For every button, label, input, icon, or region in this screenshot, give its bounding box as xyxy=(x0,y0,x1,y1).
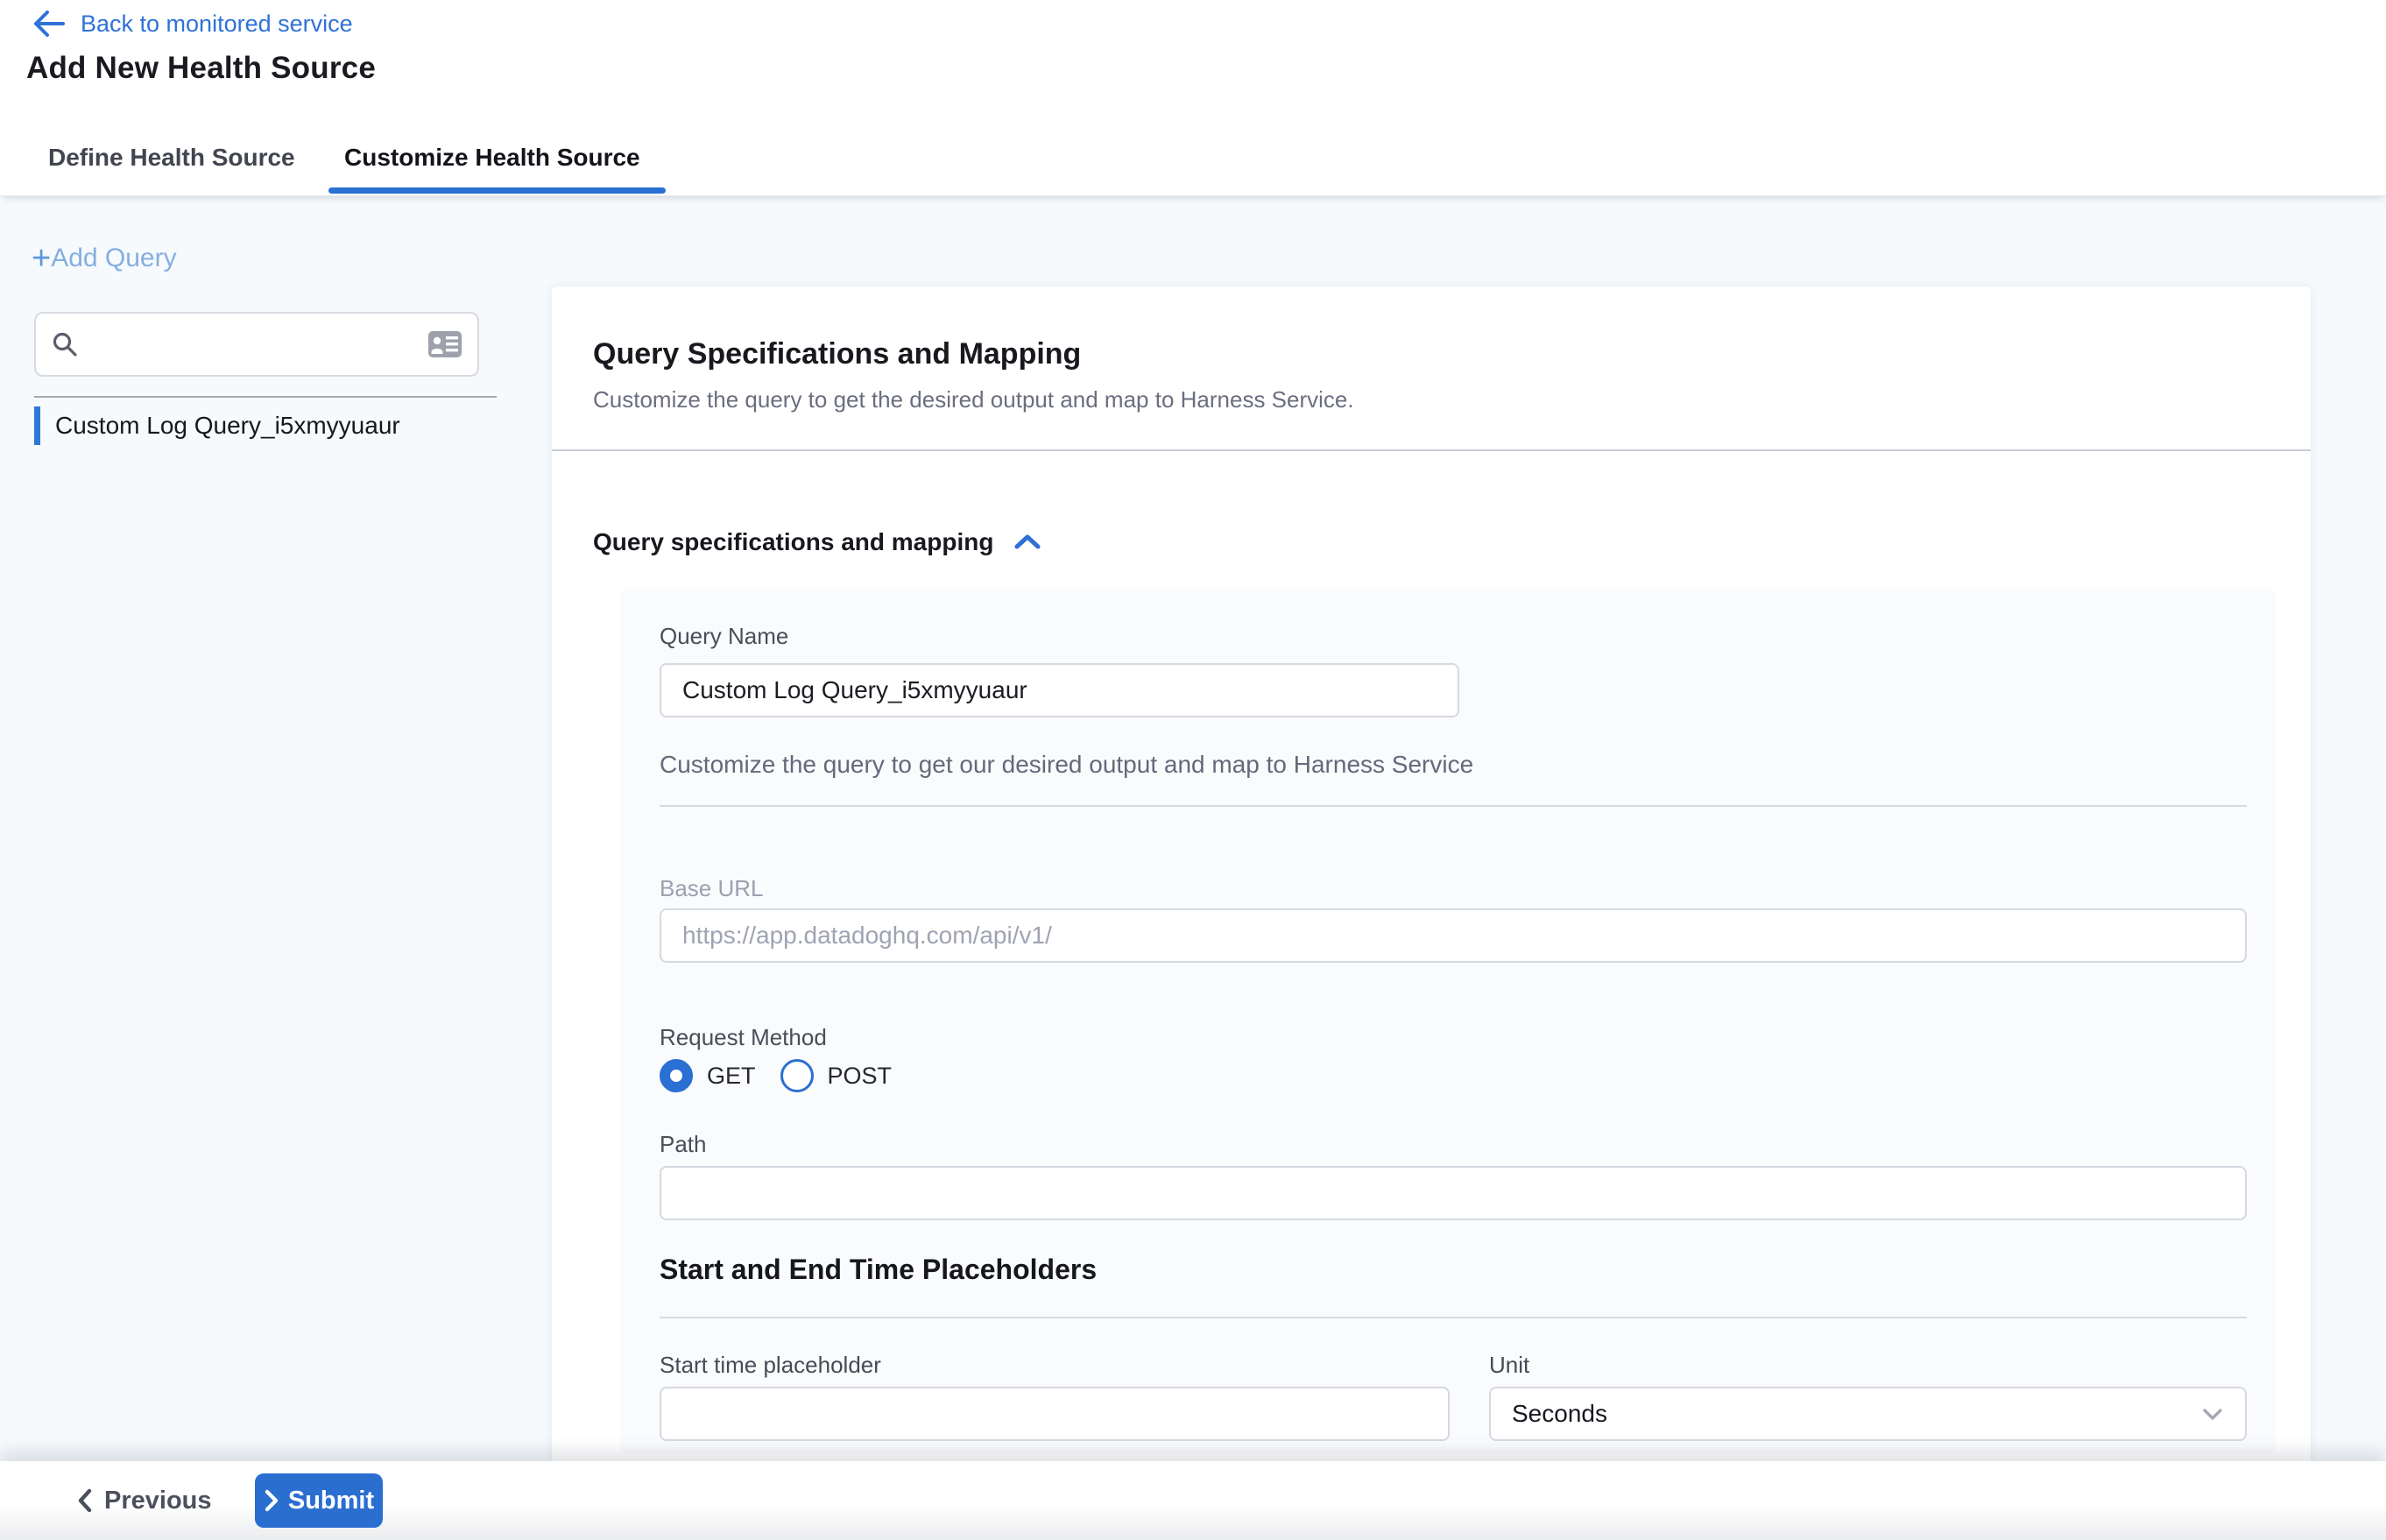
back-arrow-icon xyxy=(32,9,67,39)
page-header: Back to monitored service Add New Health… xyxy=(0,0,2386,196)
radio-option-get[interactable]: GET xyxy=(660,1059,756,1092)
panel-subtitle: Customize the query to get the desired o… xyxy=(593,386,1354,413)
active-tab-indicator xyxy=(328,187,666,194)
radio-unselected-icon xyxy=(780,1059,814,1092)
sidebar-divider xyxy=(34,396,497,398)
search-input[interactable] xyxy=(88,331,418,358)
page-title: Add New Health Source xyxy=(26,51,376,86)
section-heading-row: Query specifications and mapping xyxy=(593,528,1042,556)
search-icon xyxy=(52,331,78,357)
request-method-radio-group: GET POST xyxy=(660,1059,892,1092)
panel-title: Query Specifications and Mapping xyxy=(593,337,1081,371)
unit-label: Unit xyxy=(1489,1352,1529,1379)
start-time-input[interactable] xyxy=(660,1387,1450,1441)
add-query-label: Add Query xyxy=(51,244,176,273)
plus-icon: + xyxy=(32,242,51,275)
time-placeholders-heading: Start and End Time Placeholders xyxy=(660,1254,1097,1286)
request-method-label: Request Method xyxy=(660,1024,827,1051)
tab-bar: Define Health Source Customize Health So… xyxy=(0,119,2386,196)
path-input[interactable] xyxy=(660,1166,2247,1220)
query-item-label: Custom Log Query_i5xmyyuaur xyxy=(55,412,400,440)
unit-select[interactable]: Seconds xyxy=(1489,1387,2247,1441)
previous-button[interactable]: Previous xyxy=(76,1487,212,1515)
section-heading-label: Query specifications and mapping xyxy=(593,528,993,556)
chevron-left-icon xyxy=(76,1487,94,1514)
query-search-box xyxy=(34,312,479,377)
back-link[interactable]: Back to monitored service xyxy=(32,9,353,39)
unit-select-value: Seconds xyxy=(1512,1400,1607,1428)
query-name-input[interactable] xyxy=(660,663,1459,717)
card-divider-1 xyxy=(660,805,2247,807)
start-time-label: Start time placeholder xyxy=(660,1352,881,1379)
submit-button[interactable]: Submit xyxy=(255,1473,383,1528)
query-mapping-card: Query Name Customize the query to get ou… xyxy=(620,588,2276,1454)
back-link-label: Back to monitored service xyxy=(81,11,353,38)
query-helper-text: Customize the query to get our desired o… xyxy=(660,751,1473,779)
id-card-icon[interactable] xyxy=(428,331,462,357)
chevron-down-icon xyxy=(2201,1406,2224,1422)
card-divider-2 xyxy=(660,1317,2247,1318)
base-url-input[interactable] xyxy=(660,908,2247,963)
main-panel: Query Specifications and Mapping Customi… xyxy=(552,286,2311,1540)
base-url-label: Base URL xyxy=(660,875,764,902)
radio-selected-icon xyxy=(660,1059,693,1092)
tab-customize-health-source[interactable]: Customize Health Source xyxy=(344,119,640,196)
selected-indicator-bar xyxy=(34,406,40,445)
chevron-up-icon[interactable] xyxy=(1013,531,1042,554)
add-query-button[interactable]: + Add Query xyxy=(32,242,177,275)
radio-option-post[interactable]: POST xyxy=(780,1059,893,1092)
panel-divider xyxy=(552,449,2311,451)
query-name-label: Query Name xyxy=(660,623,788,650)
tab-define-health-source[interactable]: Define Health Source xyxy=(48,119,295,196)
footer-bar: Previous Submit xyxy=(0,1461,2386,1540)
path-label: Path xyxy=(660,1131,707,1158)
chevron-right-icon xyxy=(264,1488,279,1513)
query-list-item-selected[interactable]: Custom Log Query_i5xmyyuaur xyxy=(34,405,525,447)
